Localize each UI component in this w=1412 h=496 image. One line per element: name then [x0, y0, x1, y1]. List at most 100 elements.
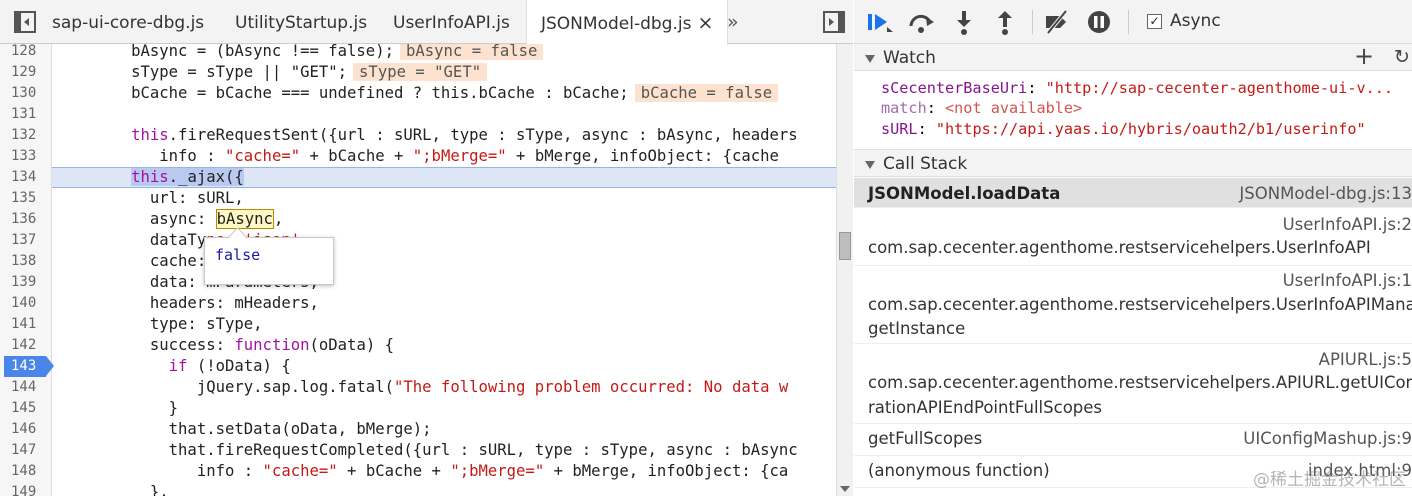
line-number[interactable]: 145 — [0, 398, 52, 419]
hovered-variable[interactable]: bAsync — [215, 209, 274, 229]
watch-item[interactable]: match: <not available> — [881, 98, 1082, 118]
call-frame[interactable]: UserInfoAPI.js:2 com.sap.cecenter.agenth… — [854, 208, 1412, 266]
watch-section-header[interactable]: Watch + ↻ — [854, 42, 1412, 71]
step-out-icon[interactable] — [990, 8, 1020, 36]
tab-utility-startup[interactable]: UtilityStartup.js — [221, 0, 381, 44]
code-line: sType = sType || "GET"; sType = "GET" — [52, 62, 836, 83]
deactivate-breakpoints-icon[interactable] — [1042, 8, 1072, 36]
line-number[interactable]: 147 — [0, 440, 52, 461]
sources-panel: sap-ui-core-dbg.js UtilityStartup.js Use… — [0, 0, 853, 496]
call-frame[interactable]: APIURL.js:5 com.sap.cecenter.agenthome.r… — [854, 344, 1412, 424]
line-gutter[interactable]: 128 129 130 131 132 133 134 135 136 137 … — [0, 44, 54, 496]
frame-location[interactable]: APIURL.js:5 — [1319, 350, 1412, 369]
code-line: bCache = bCache === undefined ? this.bCa… — [52, 83, 836, 104]
step-into-icon[interactable] — [949, 8, 979, 36]
step-over-icon[interactable] — [906, 8, 936, 36]
frame-function: com.sap.cecenter.agenthome.restservicehe… — [868, 373, 1412, 392]
watch-item[interactable]: sCecenterBaseUri: "http://sap-cecenter-a… — [881, 78, 1393, 98]
tab-userinfo-api[interactable]: UserInfoAPI.js — [379, 0, 524, 44]
frame-location[interactable]: UserInfoAPI.js:2 — [1283, 215, 1412, 234]
toolbar-divider — [1032, 10, 1033, 34]
vertical-scrollbar[interactable] — [836, 44, 853, 496]
close-icon[interactable]: × — [697, 12, 713, 34]
call-stack-section-header[interactable]: Call Stack — [854, 149, 1412, 177]
frame-location[interactable]: UserInfoAPI.js:1 — [1283, 271, 1412, 290]
call-frame-selected[interactable]: JSONModel.loadData JSONModel-dbg.js:13 — [854, 178, 1412, 208]
tab-label: UserInfoAPI.js — [393, 13, 510, 33]
breakpoint-line-number[interactable]: 143 — [4, 356, 54, 377]
line-number[interactable]: 129 — [0, 62, 52, 83]
code-line: info : "cache=" + bCache + ";bMerge=" + … — [56, 462, 789, 480]
code-line: headers: mHeaders, — [56, 294, 319, 312]
line-number[interactable]: 144 — [0, 377, 52, 398]
line-number[interactable]: 133 — [0, 146, 52, 167]
collapse-triangle-icon[interactable] — [865, 55, 875, 63]
line-number[interactable]: 132 — [0, 125, 52, 146]
line-number[interactable]: 149 — [0, 482, 52, 496]
call-stack-title: Call Stack — [883, 154, 968, 174]
code-line: if (!oData) { — [168, 357, 291, 375]
scrollbar-thumb[interactable] — [839, 232, 851, 260]
inline-value: bCache = false — [634, 84, 779, 102]
toolbar-divider — [1128, 10, 1129, 34]
pause-on-exceptions-icon[interactable] — [1084, 8, 1114, 36]
code-lines: bAsync = (bAsync !== false); bAsync = fal… — [52, 44, 836, 496]
line-number[interactable]: 136 — [0, 209, 52, 230]
watch-title: Watch — [883, 48, 936, 68]
code-line: bAsync = (bAsync !== false); bAsync = fal… — [52, 44, 836, 62]
frame-function-cont: getInstance — [868, 319, 966, 338]
line-number[interactable]: 139 — [0, 272, 52, 293]
frame-function: getFullScopes — [868, 429, 983, 448]
tab-label: sap-ui-core-dbg.js — [52, 13, 205, 33]
code-line: that.fireRequestCompleted({url : sURL, t… — [56, 441, 798, 459]
code-line: jQuery.sap.log.fatal("The following prob… — [56, 378, 789, 396]
line-number[interactable]: 130 — [0, 83, 52, 104]
inline-value: sType = "GET" — [353, 63, 488, 81]
frame-function: com.sap.cecenter.agenthome.restservicehe… — [868, 295, 1412, 314]
call-frame[interactable]: UserInfoAPI.js:1 com.sap.cecenter.agenth… — [854, 266, 1412, 344]
add-watch-icon[interactable]: + — [1354, 42, 1374, 70]
resume-icon[interactable] — [866, 8, 896, 36]
line-number[interactable]: 134 — [0, 167, 52, 188]
line-number[interactable]: 131 — [0, 104, 52, 125]
line-number[interactable]: 137 — [0, 230, 52, 251]
line-number[interactable]: 146 — [0, 419, 52, 440]
async-checkbox[interactable]: ✓ — [1147, 14, 1162, 29]
popover-value: false — [215, 246, 261, 264]
collapse-triangle-icon[interactable] — [865, 161, 875, 169]
more-tabs-icon[interactable]: » — [727, 0, 739, 44]
scroll-down-arrow-icon[interactable] — [840, 486, 850, 492]
refresh-watch-icon[interactable]: ↻ — [1394, 46, 1410, 68]
code-line: this.fireRequestSent({url : sURL, type :… — [131, 126, 798, 144]
code-line: } — [56, 399, 179, 417]
code-line: dataType: 'json', — [56, 231, 310, 249]
line-number[interactable]: 135 — [0, 188, 52, 209]
code-line: that.setData(oData, bMerge); — [56, 420, 432, 438]
line-number[interactable]: 138 — [0, 251, 52, 272]
code-editor[interactable]: 128 129 130 131 132 133 134 135 136 137 … — [0, 44, 853, 496]
file-tab-bar: sap-ui-core-dbg.js UtilityStartup.js Use… — [0, 0, 853, 45]
tab-jsonmodel-dbg[interactable]: JSONModel-dbg.js × — [526, 0, 729, 45]
toggle-navigator-icon[interactable] — [14, 11, 36, 33]
line-number[interactable]: 140 — [0, 293, 52, 314]
call-frame[interactable]: getFullScopes UIConfigMashup.js:9 — [854, 424, 1412, 456]
line-number[interactable]: 141 — [0, 314, 52, 335]
frame-function-cont: rationAPIEndPointFullScopes — [868, 398, 1103, 417]
toggle-debugger-icon[interactable] — [823, 11, 845, 33]
frame-function: com.sap.cecenter.agenthome.restservicehe… — [868, 238, 1371, 257]
hover-value-popover: false — [204, 237, 334, 285]
async-label: Async — [1170, 11, 1221, 31]
watch-item[interactable]: sURL: "https://api.yaas.io/hybris/oauth2… — [881, 119, 1366, 139]
code-line: cache: bCache, — [56, 252, 282, 270]
tab-label: JSONModel-dbg.js — [541, 14, 692, 34]
line-number[interactable]: 148 — [0, 461, 52, 482]
line-number[interactable]: 128 — [0, 44, 52, 62]
code-line: data: mParameters, — [56, 273, 319, 291]
tab-sap-ui-core-dbg[interactable]: sap-ui-core-dbg.js — [38, 0, 218, 44]
frame-location[interactable]: UIConfigMashup.js:9 — [1243, 429, 1412, 448]
frame-function: (anonymous function) — [868, 461, 1050, 480]
frame-location[interactable]: JSONModel-dbg.js:13 — [1239, 184, 1412, 203]
line-number[interactable]: 142 — [0, 335, 52, 356]
code-line: url: sURL, — [56, 189, 244, 207]
